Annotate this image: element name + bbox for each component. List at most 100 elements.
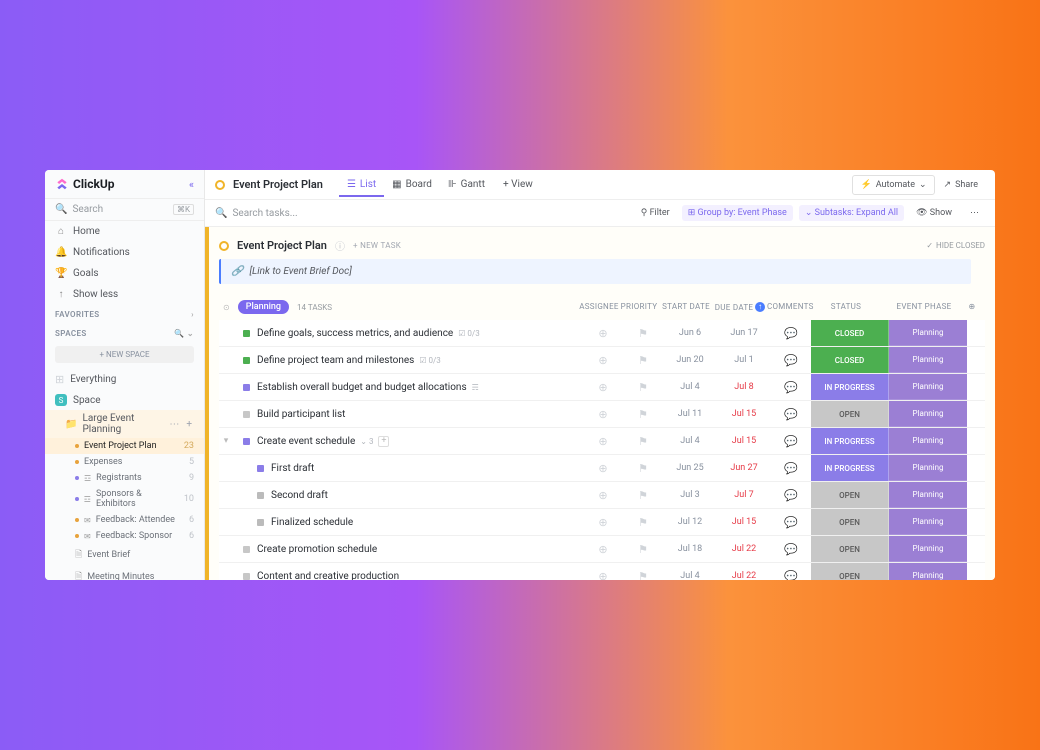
- status-cell[interactable]: CLOSED: [811, 320, 889, 346]
- more-icon[interactable]: ⋯: [964, 205, 985, 221]
- phase-cell[interactable]: Planning: [889, 347, 967, 373]
- task-row[interactable]: Establish overall budget and budget allo…: [219, 374, 985, 401]
- status-cell[interactable]: IN PROGRESS: [811, 428, 889, 454]
- phase-cell[interactable]: Planning: [889, 482, 967, 508]
- nav-show-less[interactable]: ↑Show less: [45, 284, 204, 305]
- sidebar-list-item[interactable]: ☲Registrants9: [45, 470, 204, 486]
- info-icon[interactable]: ⓘ: [335, 238, 345, 253]
- add-subtask-button[interactable]: +: [378, 436, 389, 447]
- task-row[interactable]: Define goals, success metrics, and audie…: [219, 320, 985, 347]
- comments-cell[interactable]: 💬: [771, 408, 811, 421]
- col-assignee[interactable]: ASSIGNEE: [579, 302, 619, 312]
- sidebar-list-item[interactable]: ✉Feedback: Attendee6: [45, 512, 204, 528]
- phase-cell[interactable]: Planning: [889, 509, 967, 535]
- task-row[interactable]: First draft ⊕ ⚑ Jun 25 Jun 27 💬 IN PROGR…: [219, 455, 985, 482]
- nav-goals[interactable]: 🏆Goals: [45, 263, 204, 284]
- task-name[interactable]: Create promotion schedule: [257, 538, 583, 561]
- col-comments[interactable]: COMMENTS: [767, 302, 807, 312]
- assignee-cell[interactable]: ⊕: [583, 408, 623, 421]
- comments-cell[interactable]: 💬: [771, 381, 811, 394]
- status-cell[interactable]: CLOSED: [811, 347, 889, 373]
- assignee-cell[interactable]: ⊕: [583, 462, 623, 475]
- status-cell[interactable]: OPEN: [811, 563, 889, 580]
- task-name[interactable]: Finalized schedule: [271, 511, 583, 534]
- phase-cell[interactable]: Planning: [889, 563, 967, 580]
- folder-large-event[interactable]: 📁 Large Event Planning ⋯ +: [45, 410, 204, 438]
- col-due-date[interactable]: DUE DATE↑: [713, 302, 767, 312]
- collapse-sidebar-icon[interactable]: «: [189, 178, 194, 191]
- assignee-cell[interactable]: ⊕: [583, 435, 623, 448]
- task-status-square[interactable]: [257, 519, 264, 526]
- start-date-cell[interactable]: Jul 4: [663, 571, 717, 580]
- tab-list[interactable]: ☰List: [339, 172, 384, 197]
- priority-cell[interactable]: ⚑: [623, 462, 663, 475]
- task-row[interactable]: Finalized schedule ⊕ ⚑ Jul 12 Jul 15 💬 O…: [219, 509, 985, 536]
- comments-cell[interactable]: 💬: [771, 462, 811, 475]
- due-date-cell[interactable]: Jul 15: [717, 409, 771, 419]
- comments-cell[interactable]: 💬: [771, 354, 811, 367]
- due-date-cell[interactable]: Jun 17: [717, 328, 771, 338]
- due-date-cell[interactable]: Jul 7: [717, 490, 771, 500]
- assignee-cell[interactable]: ⊕: [583, 327, 623, 340]
- priority-cell[interactable]: ⚑: [623, 435, 663, 448]
- task-row[interactable]: Build participant list ⊕ ⚑ Jul 11 Jul 15…: [219, 401, 985, 428]
- start-date-cell[interactable]: Jun 25: [663, 463, 717, 473]
- task-name[interactable]: Define goals, success metrics, and audie…: [257, 322, 583, 345]
- hide-closed-button[interactable]: ✓HIDE CLOSED: [926, 241, 985, 250]
- brief-link[interactable]: 🔗 [Link to Event Brief Doc]: [219, 259, 971, 284]
- assignee-cell[interactable]: ⊕: [583, 381, 623, 394]
- task-status-square[interactable]: [257, 465, 264, 472]
- due-date-cell[interactable]: Jun 27: [717, 463, 771, 473]
- priority-cell[interactable]: ⚑: [623, 354, 663, 367]
- comments-cell[interactable]: 💬: [771, 327, 811, 340]
- task-status-square[interactable]: [243, 546, 250, 553]
- task-name[interactable]: First draft: [271, 457, 583, 480]
- assignee-cell[interactable]: ⊕: [583, 543, 623, 556]
- due-date-cell[interactable]: Jul 8: [717, 382, 771, 392]
- sidebar-list-item[interactable]: Expenses5: [45, 454, 204, 470]
- add-view-button[interactable]: + View: [495, 172, 541, 197]
- space-row[interactable]: S Space: [45, 390, 204, 410]
- brand-logo[interactable]: ClickUp: [55, 177, 115, 191]
- phase-cell[interactable]: Planning: [889, 320, 967, 346]
- tab-board[interactable]: ▦Board: [384, 172, 440, 197]
- share-button[interactable]: ↗Share: [937, 176, 985, 194]
- task-row[interactable]: Define project team and milestones☑ 0/3 …: [219, 347, 985, 374]
- task-status-square[interactable]: [243, 384, 250, 391]
- assignee-cell[interactable]: ⊕: [583, 354, 623, 367]
- task-row[interactable]: Create promotion schedule ⊕ ⚑ Jul 18 Jul…: [219, 536, 985, 563]
- nav-home[interactable]: ⌂Home: [45, 221, 204, 242]
- subtasks-button[interactable]: ⌄ Subtasks: Expand All: [799, 205, 904, 221]
- folder-more-icon[interactable]: ⋯: [169, 419, 179, 430]
- phase-cell[interactable]: Planning: [889, 374, 967, 400]
- col-priority[interactable]: PRIORITY: [619, 302, 659, 312]
- assignee-cell[interactable]: ⊕: [583, 516, 623, 529]
- task-status-square[interactable]: [243, 438, 250, 445]
- due-date-cell[interactable]: Jul 22: [717, 571, 771, 580]
- status-cell[interactable]: OPEN: [811, 401, 889, 427]
- col-start-date[interactable]: START DATE: [659, 302, 713, 312]
- sidebar-search[interactable]: 🔍 Search ⌘K: [45, 199, 204, 221]
- sidebar-list-item[interactable]: ☲Sponsors & Exhibitors10: [45, 486, 204, 512]
- spaces-header[interactable]: SPACES 🔍 ⌄: [45, 324, 204, 343]
- phase-cell[interactable]: Planning: [889, 536, 967, 562]
- due-date-cell[interactable]: Jul 15: [717, 517, 771, 527]
- task-status-square[interactable]: [257, 492, 264, 499]
- sidebar-doc-item[interactable]: 🗎Event Brief: [45, 544, 204, 566]
- tab-gantt[interactable]: ⊪Gantt: [440, 172, 493, 197]
- comments-cell[interactable]: 💬: [771, 516, 811, 529]
- task-search[interactable]: 🔍Search tasks...: [215, 208, 298, 219]
- task-status-square[interactable]: [243, 573, 250, 580]
- status-cell[interactable]: OPEN: [811, 509, 889, 535]
- task-name[interactable]: Build participant list: [257, 403, 583, 426]
- favorites-header[interactable]: FAVORITES ›: [45, 305, 204, 324]
- group-by-button[interactable]: ⊞ Group by: Event Phase: [682, 205, 793, 221]
- automate-button[interactable]: ⚡Automate⌄: [852, 175, 934, 195]
- group-pill[interactable]: Planning: [238, 300, 289, 314]
- task-name[interactable]: Define project team and milestones☑ 0/3: [257, 349, 583, 372]
- comments-cell[interactable]: 💬: [771, 570, 811, 581]
- nav-notifications[interactable]: 🔔Notifications: [45, 242, 204, 263]
- comments-cell[interactable]: 💬: [771, 489, 811, 502]
- start-date-cell[interactable]: Jun 6: [663, 328, 717, 338]
- priority-cell[interactable]: ⚑: [623, 408, 663, 421]
